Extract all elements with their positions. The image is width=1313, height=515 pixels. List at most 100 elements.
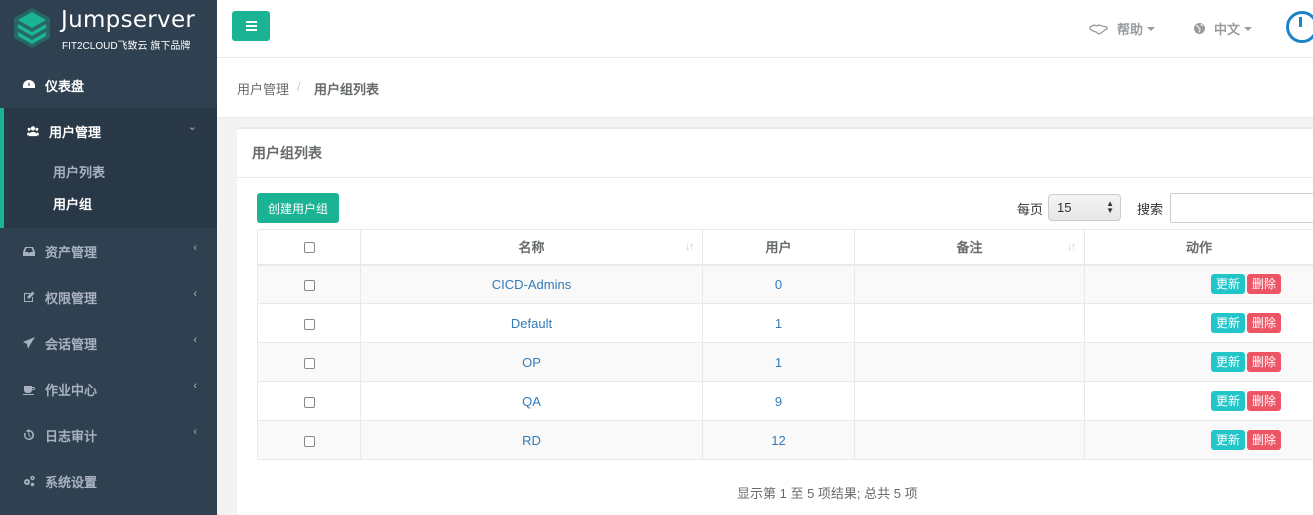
group-name-link[interactable]: OP — [522, 355, 541, 370]
row-checkbox[interactable] — [303, 396, 315, 408]
group-name-link[interactable]: CICD-Admins — [492, 277, 571, 292]
coffee-icon — [22, 382, 36, 396]
users-cell: 1 — [702, 342, 855, 382]
actions-cell: 更新 删除 — [1084, 264, 1313, 304]
table-row: OP 1 更新 删除 — [257, 342, 1313, 382]
users-cell: 12 — [702, 420, 855, 460]
delete-button[interactable]: 删除 — [1247, 430, 1282, 450]
sidebar-item-sessions[interactable]: 会话管理 ‹ — [0, 320, 217, 366]
help-menu[interactable]: 帮助 — [1089, 19, 1156, 38]
name-cell: Default — [360, 303, 703, 343]
name-cell: CICD-Admins — [360, 264, 703, 304]
sidebar-item-label: 作业中心 — [45, 382, 98, 398]
users-cell: 1 — [702, 303, 855, 343]
language-menu[interactable]: 中文 — [1193, 19, 1253, 38]
comment-cell — [854, 342, 1085, 382]
user-count-link[interactable]: 9 — [775, 394, 782, 409]
per-page-value: 15 — [1057, 200, 1072, 215]
users-cell: 9 — [702, 381, 855, 421]
caret-down-icon — [1147, 26, 1156, 31]
logo-title: Jumpserver — [61, 7, 196, 33]
sidebar-item-jobs[interactable]: 作业中心 ‹ — [0, 366, 217, 412]
row-checkbox[interactable] — [303, 318, 315, 330]
chevron-left-icon: ‹ — [193, 380, 197, 392]
dashboard-icon — [22, 78, 36, 92]
sidebar-item-assets[interactable]: 资产管理 ‹ — [0, 228, 217, 274]
delete-button[interactable]: 删除 — [1247, 313, 1282, 333]
sidebar-item-label: 用户管理 — [49, 124, 102, 140]
hamburger-icon-bar — [245, 29, 257, 31]
delete-button[interactable]: 删除 — [1247, 352, 1282, 372]
delete-button[interactable]: 删除 — [1247, 391, 1282, 411]
sidebar-item-users[interactable]: 用户管理 ⌄ — [0, 108, 217, 154]
sort-icon: ↓↑ — [1067, 241, 1076, 253]
menu-toggle-button[interactable] — [232, 11, 270, 41]
column-header-name[interactable]: 名称 ↓↑ — [360, 229, 703, 266]
handshake-icon — [1089, 23, 1108, 35]
sidebar-subitem-user-list[interactable]: 用户列表 — [53, 162, 105, 181]
user-count-link[interactable]: 1 — [775, 355, 782, 370]
actions-cell: 更新 删除 — [1084, 420, 1313, 460]
row-checkbox[interactable] — [303, 357, 315, 369]
sidebar-item-label: 资产管理 — [45, 244, 98, 260]
comment-cell — [854, 264, 1085, 304]
group-name-link[interactable]: QA — [522, 394, 541, 409]
breadcrumb: 用户管理 / 用户组列表 — [217, 58, 1313, 118]
select-all-checkbox[interactable] — [303, 242, 315, 254]
comment-cell — [854, 381, 1085, 421]
gears-icon — [22, 474, 36, 488]
caret-down-icon — [1244, 26, 1253, 31]
row-checkbox[interactable] — [303, 279, 315, 291]
logo[interactable]: Jumpserver FIT2CLOUD飞致云 旗下品牌 — [12, 6, 212, 54]
sidebar-subitem-user-groups[interactable]: 用户组 — [53, 194, 92, 213]
hamburger-icon — [245, 21, 257, 23]
sidebar-item-audit[interactable]: 日志审计 ‹ — [0, 412, 217, 458]
inbox-icon — [22, 244, 36, 258]
sidebar-item-label: 仪表盘 — [45, 78, 85, 94]
help-label: 帮助 — [1117, 22, 1144, 37]
update-button[interactable]: 更新 — [1211, 391, 1246, 411]
topbar: 帮助 中文 — [217, 0, 1313, 58]
hamburger-icon-bar — [245, 25, 257, 27]
group-name-link[interactable]: RD — [522, 433, 541, 448]
update-button[interactable]: 更新 — [1211, 313, 1246, 333]
sidebar-item-label: 权限管理 — [45, 290, 98, 306]
create-user-group-button[interactable]: 创建用户组 — [257, 193, 339, 223]
logo-subtitle: FIT2CLOUD飞致云 旗下品牌 — [62, 41, 191, 52]
users-cell: 0 — [702, 264, 855, 304]
row-checkbox[interactable] — [303, 435, 315, 447]
select-arrows-icon: ▲ ▼ — [1106, 199, 1114, 215]
sidebar: Jumpserver FIT2CLOUD飞致云 旗下品牌 仪表盘 用户管理 ⌄ … — [0, 0, 217, 515]
table-row: CICD-Admins 0 更新 删除 — [257, 264, 1313, 304]
comment-cell — [854, 303, 1085, 343]
chevron-left-icon: ‹ — [193, 334, 197, 346]
sidebar-item-dashboard[interactable]: 仪表盘 — [0, 62, 217, 108]
name-cell: RD — [360, 420, 703, 460]
name-cell: OP — [360, 342, 703, 382]
column-header-actions: 动作 — [1084, 229, 1313, 266]
row-checkbox-cell — [257, 342, 361, 382]
update-button[interactable]: 更新 — [1211, 352, 1246, 372]
breadcrumb-current: 用户组列表 — [314, 82, 380, 97]
language-label: 中文 — [1214, 22, 1241, 37]
sidebar-item-permissions[interactable]: 权限管理 ‹ — [0, 274, 217, 320]
delete-button[interactable]: 删除 — [1247, 274, 1282, 295]
user-count-link[interactable]: 12 — [771, 433, 785, 448]
update-button[interactable]: 更新 — [1211, 274, 1246, 295]
column-header-label: 名称 — [518, 240, 545, 256]
user-count-link[interactable]: 1 — [775, 316, 782, 331]
group-name-link[interactable]: Default — [511, 316, 552, 331]
search-input[interactable] — [1170, 193, 1313, 223]
table-row: QA 9 更新 删除 — [257, 381, 1313, 421]
table-header-row: 名称 ↓↑ 用户 备注 ↓↑ 动作 — [257, 229, 1313, 266]
chevron-left-icon: ‹ — [193, 426, 197, 438]
user-count-link[interactable]: 0 — [775, 277, 782, 292]
row-checkbox-cell — [257, 420, 361, 460]
breadcrumb-parent[interactable]: 用户管理 — [237, 79, 289, 98]
column-header-comment[interactable]: 备注 ↓↑ — [854, 229, 1085, 266]
user-avatar[interactable] — [1286, 11, 1313, 43]
sidebar-item-settings[interactable]: 系统设置 — [0, 458, 217, 504]
per-page-select[interactable]: 15 ▲ ▼ — [1048, 194, 1121, 221]
per-page-label: 每页 — [1017, 202, 1044, 217]
update-button[interactable]: 更新 — [1211, 430, 1246, 450]
